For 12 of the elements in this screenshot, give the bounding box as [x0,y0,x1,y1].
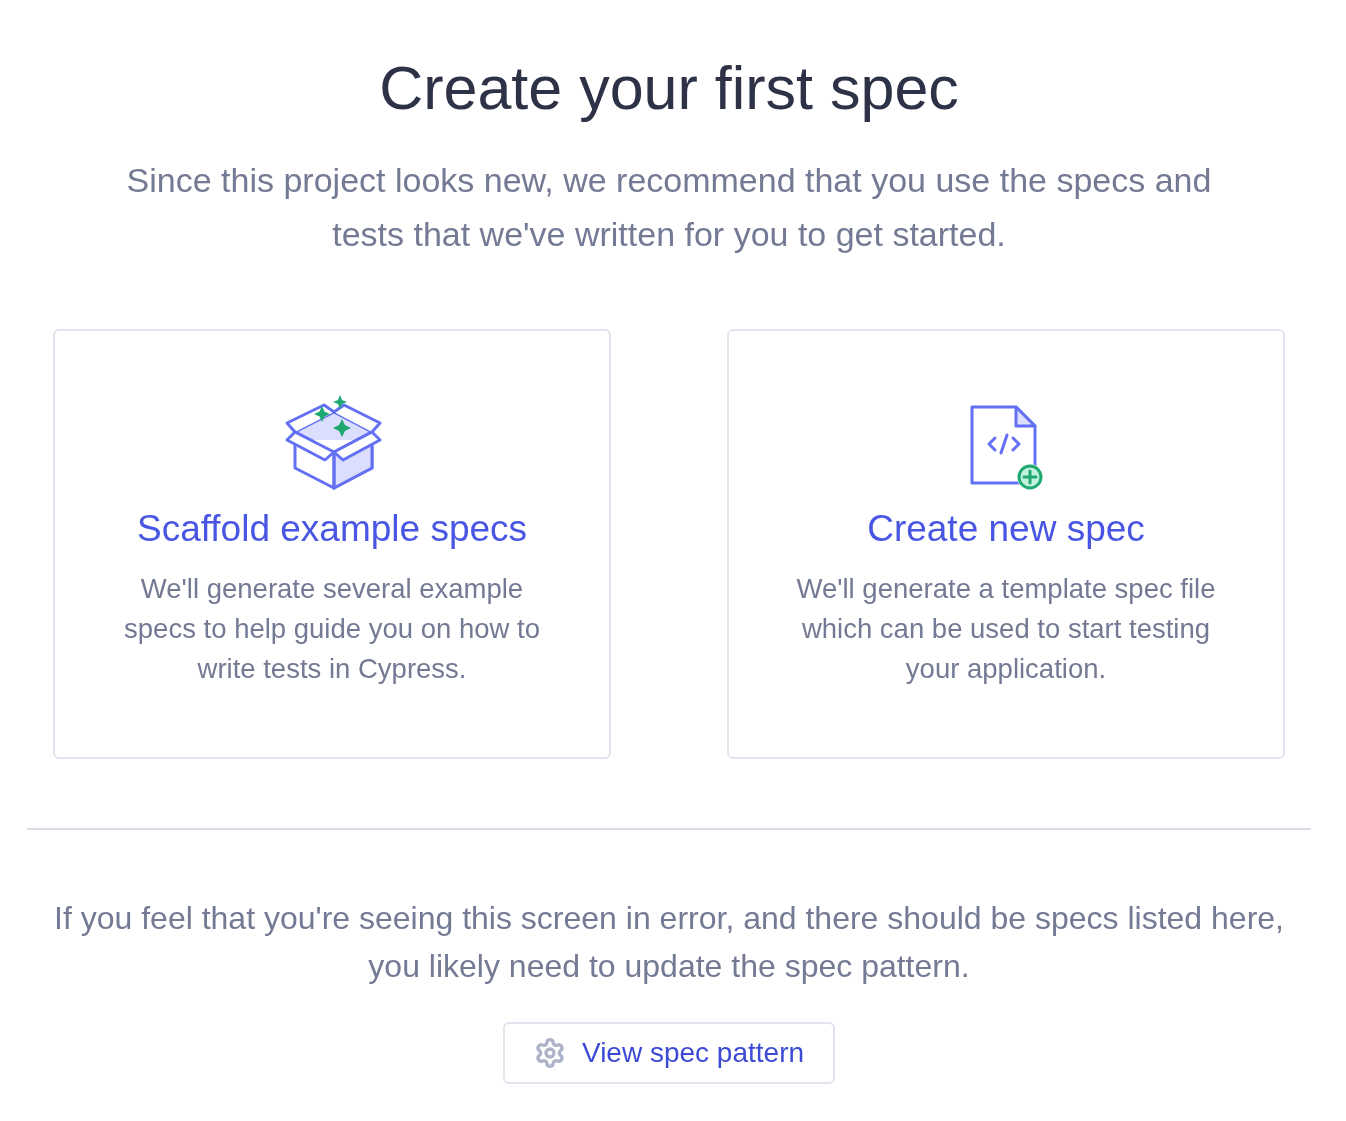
option-title: Create new spec [867,507,1145,551]
code-file-with-plus-icon [968,405,1044,493]
option-description: We'll generate a template spec file which can be used to start testing your application. [795,572,1217,686]
option-card[interactable]: Create new spec We'll generate a template spec file which can be used to start testing your application. [727,329,1285,759]
page-title: Create your first spec [379,53,959,124]
settings-icon [533,1037,566,1069]
view-spec-pattern-button[interactable]: View spec pattern [503,1022,835,1084]
option-card[interactable]: Scaffold example specs We'll generate several example specs to help guide you on how to write tests in Cypress. [53,329,611,759]
option-description: We'll generate several example specs to help guide you on how to write tests in Cypress. [123,572,541,686]
option-title: Scaffold example specs [136,507,528,551]
page-subtitle: Since this project looks new, we recommend that you use the specs and tests that we've written for you to get started. [125,160,1213,255]
help-text: If you feel that you're seeing this screen in error, and there should be specs listed here, you likely need to update the spec pattern. [53,899,1285,986]
